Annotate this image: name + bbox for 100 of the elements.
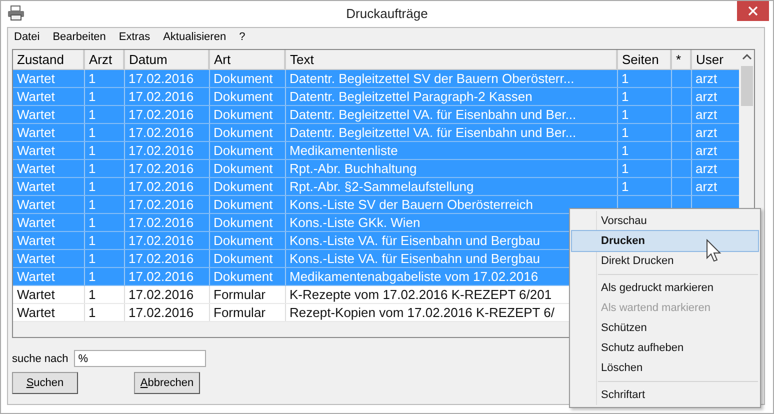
table-cell: Dokument [214,143,273,158]
column-header[interactable]: Text [285,50,617,70]
table-cell: Wartet [17,107,55,122]
context-menu-item[interactable]: Direkt Drucken [572,251,758,271]
table-cell: arzt [696,71,718,86]
table-cell: Rpt.-Abr. §2-Sammelaufstellung [290,179,474,194]
table-cell: Wartet [17,197,55,212]
table-cell: 1 [88,197,96,212]
table-cell: Datentr. Begleitzettel SV der Bauern Oberösterr... [290,71,574,86]
column-header[interactable]: Datum [124,50,209,70]
window-title: Druckaufträge [346,6,428,20]
scroll-thumb[interactable] [740,66,752,106]
column-header[interactable]: * [671,50,691,70]
table-cell: arzt [696,125,718,140]
table-cell: 17.02.2016 [128,143,194,158]
table-cell: arzt [696,179,718,194]
table-cell: 17.02.2016 [128,287,194,302]
table-cell: Kons.-Liste GKk. Wien [290,215,420,230]
table-cell: 17.02.2016 [128,71,194,86]
search-label: suche nach [12,352,68,364]
table-cell: 1 [622,89,629,104]
table-cell: arzt [696,89,718,104]
table-cell: 17.02.2016 [128,179,194,194]
printer-icon [7,5,25,21]
table-cell: Formular [214,287,266,302]
table-cell: 1 [622,179,629,194]
table-cell: Wartet [17,161,55,176]
table-cell: 1 [88,125,96,140]
table-cell: 17.02.2016 [128,233,194,248]
table-cell: Datentr. Begleitzettel VA. für Eisenbahn und Ber... [290,107,576,122]
table-cell: Wartet [17,251,55,266]
table-cell: Dokument [214,125,273,140]
table-cell: Kons.-Liste SV der Bauern Oberösterreich [290,197,534,212]
context-menu-item[interactable]: Drucken [572,231,758,251]
table-cell: 1 [88,107,96,122]
column-header[interactable]: User [691,50,739,70]
table-cell: Datentr. Begleitzettel VA. für Eisenbahn und Ber... [290,125,576,140]
menu-item[interactable]: ? [239,31,246,43]
table-cell: Wartet [17,215,55,230]
column-header[interactable]: Arzt [84,50,124,70]
table-cell: Medikamentenabgabeliste vom 17.02.2016 [290,269,538,284]
search-field[interactable]: % [74,350,206,367]
table-cell: Rezept-Kopien vom 17.02.2016 K-REZEPT 6/ [290,305,554,320]
table-cell: Wartet [17,287,55,302]
table-cell: arzt [696,161,718,176]
table-cell: 17.02.2016 [128,269,194,284]
table-cell: Wartet [17,179,55,194]
mouse-cursor-icon [706,239,722,263]
table-cell: 17.02.2016 [128,197,194,212]
table-cell: 1 [88,143,96,158]
table-cell: 1 [88,89,96,104]
table-cell: Wartet [17,89,55,104]
table-cell: Dokument [214,269,273,284]
table-cell: Wartet [17,143,55,158]
table-cell: arzt [696,143,718,158]
table-cell: arzt [696,107,718,122]
table-cell: 1 [88,161,96,176]
table-cell: Wartet [17,233,55,248]
dialog-button[interactable]: Abbrechen [134,372,200,394]
context-menu-item[interactable]: Vorschau [572,211,758,231]
table-cell: Kons.-Liste VA. für Eisenbahn und Bergbau [290,251,540,266]
table-cell: Datentr. Begleitzettel Paragraph-2 Kassen [290,89,532,104]
table-cell: 1 [88,233,96,248]
table-cell: Kons.-Liste VA. für Eisenbahn und Bergbau [290,233,540,248]
table-cell: Rpt.-Abr. Buchhaltung [290,161,417,176]
table-cell: 17.02.2016 [128,89,194,104]
table-cell: 1 [622,125,629,140]
dialog-button[interactable]: Suchen [12,372,78,394]
table-cell: 17.02.2016 [128,251,194,266]
context-menu-item[interactable]: Schützen [572,318,758,338]
column-header[interactable]: Zustand [13,50,84,70]
table-cell: 17.02.2016 [128,161,194,176]
table-cell: Wartet [17,125,55,140]
table-cell: Formular [214,305,266,320]
menu-item[interactable]: Bearbeiten [52,31,106,43]
context-menu-item[interactable]: Löschen [572,358,758,378]
table-cell: 1 [88,305,96,320]
table-cell: Dokument [214,197,273,212]
table-cell: 17.02.2016 [128,107,194,122]
menu-item[interactable]: Datei [14,31,40,43]
context-menu-item[interactable]: Schriftart [572,385,758,405]
column-header[interactable]: Art [209,50,285,70]
menu-item[interactable]: Extras [118,31,150,43]
column-header[interactable]: Seiten [617,50,671,70]
menu-item[interactable]: Aktualisieren [163,31,226,43]
table-cell: 17.02.2016 [128,125,194,140]
context-menu-item[interactable]: Als gedruckt markieren [572,278,758,298]
table-cell: Dokument [214,107,273,122]
table-cell: K-Rezepte vom 17.02.2016 K-REZEPT 6/201 [290,287,552,302]
close-icon [748,6,758,16]
table-cell: Dokument [214,71,273,86]
context-menu-item[interactable]: Schutz aufheben [572,338,758,358]
close-button[interactable] [737,1,769,21]
table-cell: 1 [88,215,96,230]
table-cell: 1 [622,71,629,86]
table-cell: Dokument [214,215,273,230]
table-cell: 1 [88,287,96,302]
table-cell: Dokument [214,179,273,194]
table-cell: Wartet [17,71,55,86]
table-cell: 1 [622,143,629,158]
